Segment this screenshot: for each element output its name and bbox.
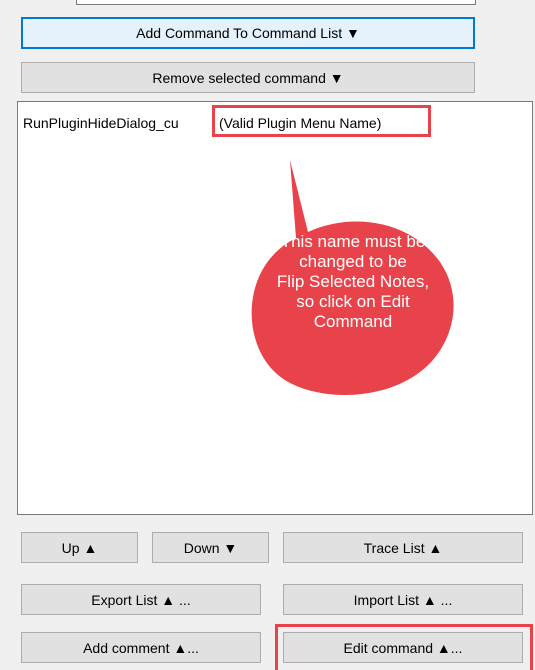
add-command-button[interactable]: Add Command To Command List ▼	[21, 17, 475, 49]
trace-list-button[interactable]: Trace List ▲	[283, 532, 523, 563]
edit-command-highlight-box	[275, 624, 533, 670]
up-button[interactable]: Up ▲	[21, 532, 138, 563]
list-item-command: RunPluginHideDialog_cu	[23, 115, 179, 131]
argument-highlight-box	[212, 105, 431, 137]
callout-text: This name must be changed to be Flip Sel…	[268, 232, 438, 332]
callout-line: changed to be	[299, 252, 407, 271]
down-button[interactable]: Down ▼	[152, 532, 269, 563]
import-list-button[interactable]: Import List ▲ ...	[283, 584, 523, 615]
callout-line: Flip Selected Notes,	[276, 272, 430, 291]
callout-line: Command	[313, 312, 393, 331]
remove-command-button[interactable]: Remove selected command ▼	[21, 62, 475, 93]
callout-line: so click on Edit	[296, 292, 410, 311]
callout-line: This name must be	[280, 232, 426, 251]
add-comment-button[interactable]: Add comment ▲...	[21, 632, 261, 663]
export-list-button[interactable]: Export List ▲ ...	[21, 584, 261, 615]
previous-control-edge	[76, 0, 476, 5]
